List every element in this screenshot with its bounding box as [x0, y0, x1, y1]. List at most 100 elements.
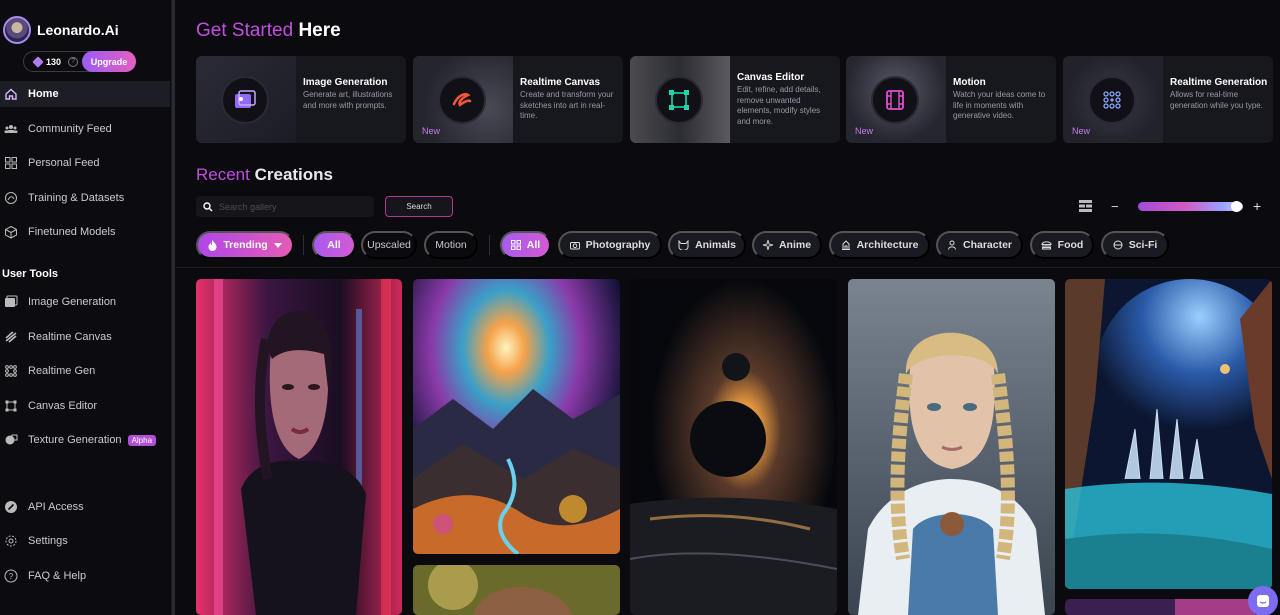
tool-icon-circle [871, 76, 919, 124]
tool-desc: Watch your ideas come to life in moments… [953, 90, 1046, 120]
sidebar-item-label: Finetuned Models [28, 226, 116, 238]
sidebar-scrollbar[interactable] [172, 0, 175, 615]
category-filter-animals[interactable]: Animals [668, 231, 746, 259]
get-started-title: Get Started Here [196, 20, 341, 41]
zoom-slider[interactable] [1138, 202, 1243, 211]
sidebar-item-label: API Access [28, 501, 84, 513]
sidebar-item-community-feed[interactable]: Community Feed [0, 116, 170, 142]
gallery-image-cosmic-valley[interactable] [413, 279, 620, 554]
category-filter-architecture[interactable]: Architecture [829, 231, 930, 259]
gallery-image-neon-portrait[interactable] [196, 279, 402, 615]
sort-label: Trending [223, 239, 268, 251]
zoom-in-icon[interactable]: + [1253, 198, 1261, 214]
sidebar-item-training-datasets[interactable]: Training & Datasets [0, 185, 170, 211]
category-filter-food[interactable]: Food [1030, 231, 1094, 259]
tool-card-motion[interactable]: New Motion Watch your ideas come to life… [846, 56, 1056, 143]
category-filter-anime[interactable]: Anime [752, 231, 822, 259]
new-tag: New [422, 126, 441, 136]
tool-card-realtime-canvas[interactable]: New Realtime Canvas Create and transform… [413, 56, 623, 143]
image-gen-icon [235, 90, 256, 108]
film-icon [886, 90, 904, 110]
frame-icon [4, 399, 18, 413]
tool-thumb [630, 56, 730, 143]
search-input[interactable] [219, 201, 369, 212]
quality-filter-all[interactable]: All [312, 231, 356, 259]
texture-icon [4, 433, 18, 447]
help-icon: ? [4, 569, 18, 583]
gear-icon [4, 534, 18, 548]
cube-icon [4, 225, 18, 239]
sort-dropdown[interactable]: Trending [196, 231, 294, 259]
quality-filter-motion[interactable]: Motion [424, 231, 478, 259]
sidebar-item-texture-generation[interactable]: Texture Generation Alpha [0, 427, 170, 453]
sidebar-item-settings[interactable]: Settings [0, 528, 170, 554]
recent-creations-title: Recent Creations [196, 165, 334, 184]
chat-support-button[interactable] [1248, 586, 1278, 615]
sidebar-item-label: Community Feed [28, 123, 112, 135]
quality-filter-upscaled[interactable]: Upscaled [361, 231, 417, 259]
sidebar-item-label: Texture Generation [28, 434, 122, 446]
user-tools-heading: User Tools [2, 268, 59, 280]
tool-card-image-generation[interactable]: Image Generation Generate art, illustrat… [196, 56, 406, 143]
tool-card-realtime-generation[interactable]: New Realtime Generation Allows for real-… [1063, 56, 1273, 143]
sidebar-item-home[interactable]: Home [0, 81, 170, 107]
brand[interactable]: Leonardo.Ai [3, 16, 119, 44]
building-icon [841, 240, 850, 250]
credits-help-icon[interactable]: ? [68, 56, 79, 67]
tool-thumb: New [1063, 56, 1163, 143]
tool-icon-circle [438, 76, 486, 124]
filter-divider [303, 235, 304, 255]
grid-icon [510, 240, 521, 250]
sidebar-item-image-generation[interactable]: Image Generation [0, 289, 170, 315]
main-content: Get Started Here Image Generation Genera… [176, 0, 1280, 615]
credits-count: 130 [46, 56, 62, 67]
brand-name: Leonardo.Ai [37, 22, 119, 38]
gallery-image-portrait-blur[interactable] [413, 565, 620, 615]
tool-thumb [196, 56, 296, 143]
sidebar-item-label: Home [28, 88, 59, 100]
search-button[interactable]: Search [385, 196, 453, 217]
sidebar-item-label: Canvas Editor [28, 400, 98, 412]
new-tag: New [855, 126, 874, 136]
zoom-slider-handle[interactable] [1231, 201, 1242, 212]
layout-toggle-icon[interactable] [1079, 200, 1092, 212]
gallery-image-crystal-city[interactable] [1065, 279, 1272, 589]
category-filter-sci-fi[interactable]: Sci-Fi [1101, 231, 1169, 259]
tool-title: Realtime Canvas [520, 77, 601, 88]
sidebar-item-finetuned-models[interactable]: Finetuned Models [0, 219, 170, 245]
new-tag: New [1072, 126, 1091, 136]
gallery-image-eclipse-planet[interactable] [630, 279, 837, 615]
dots-grid-icon [4, 364, 18, 378]
tool-thumb: New [846, 56, 946, 143]
category-filter-photography[interactable]: Photography [558, 231, 662, 259]
sidebar-item-canvas-editor[interactable]: Canvas Editor [0, 393, 170, 419]
category-filter-character[interactable]: Character [936, 231, 1023, 259]
tool-desc: Edit, refine, add details, remove unwant… [737, 85, 821, 126]
sidebar-item-api-access[interactable]: API Access [0, 494, 170, 520]
sidebar-item-faq-help[interactable]: ? FAQ & Help [0, 563, 170, 589]
sidebar-item-realtime-gen[interactable]: Realtime Gen [0, 358, 170, 384]
gallery-image-braided-woman[interactable] [848, 279, 1055, 615]
person-icon [947, 240, 956, 250]
filter-bar: Trending All Upscaled Motion All Photogr… [196, 231, 1280, 259]
tool-desc: Allows for real-time generation while yo… [1170, 90, 1263, 110]
token-icon [32, 55, 44, 68]
alpha-badge: Alpha [127, 434, 157, 446]
tool-card-canvas-editor[interactable]: Canvas Editor Edit, refine, add details,… [630, 56, 840, 143]
upgrade-button[interactable]: Upgrade [82, 51, 136, 72]
sidebar-item-label: FAQ & Help [28, 570, 87, 582]
sidebar-item-personal-feed[interactable]: Personal Feed [0, 150, 170, 176]
zoom-out-icon[interactable]: − [1111, 199, 1119, 214]
category-filter-all[interactable]: All [500, 231, 551, 259]
tool-icon-circle [655, 76, 703, 124]
svg-text:?: ? [9, 572, 14, 581]
training-icon [4, 191, 18, 205]
sidebar-item-label: Realtime Gen [28, 365, 96, 377]
sidebar-item-label: Realtime Canvas [28, 331, 112, 343]
gallery-search [196, 196, 374, 217]
sidebar-item-realtime-canvas[interactable]: Realtime Canvas [0, 324, 170, 350]
brand-logo-icon [3, 16, 31, 44]
tool-title: Realtime Generation [1170, 77, 1268, 88]
gallery-image-neon-strip[interactable] [1065, 599, 1272, 615]
tool-desc: Generate art, illustrations and more wit… [303, 90, 393, 110]
